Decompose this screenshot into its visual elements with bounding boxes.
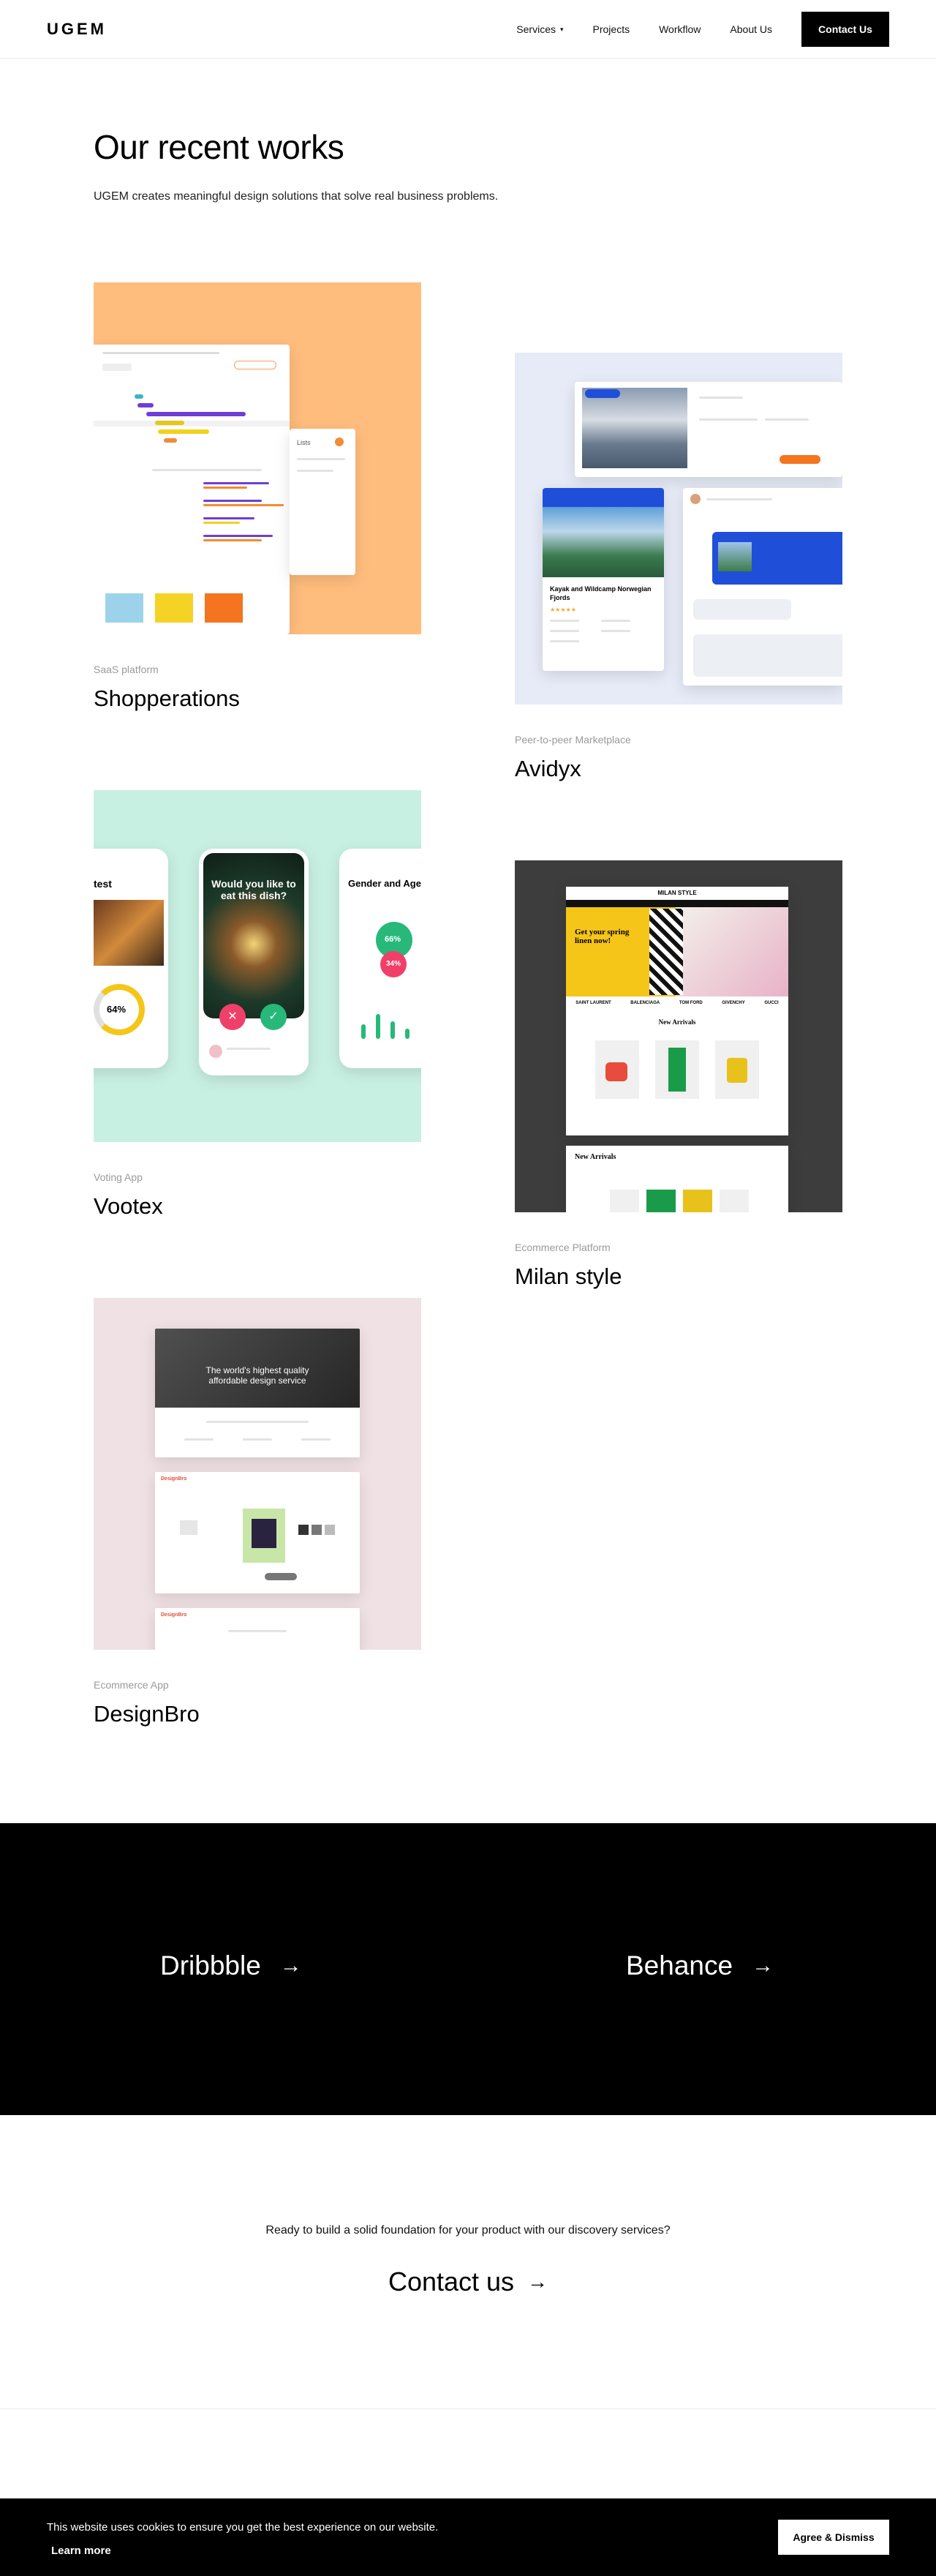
footer-mock: DesignBro bbox=[155, 1608, 360, 1650]
project-name[interactable]: Vootex bbox=[94, 1193, 421, 1220]
like-button[interactable]: ✓ bbox=[260, 1004, 287, 1030]
phone-test-label: test bbox=[94, 878, 112, 890]
dribbble-label: Dribbble bbox=[160, 1950, 261, 1980]
project-card-milan-style[interactable]: MILAN STYLE Get your spring linen now! S… bbox=[515, 860, 842, 1290]
cookie-message: This website uses cookies to ensure you … bbox=[47, 2516, 456, 2563]
behance-label: Behance bbox=[626, 1950, 733, 1980]
listing-title: Kayak and Wildcamp Norwegian Fjords bbox=[550, 585, 652, 601]
cookie-banner: This website uses cookies to ensure you … bbox=[0, 2498, 936, 2576]
project-thumbnail[interactable]: test 64% Would you like to eat this dish… bbox=[94, 790, 421, 1142]
phone-mock-right: Gender and Age 66% 34% bbox=[339, 849, 421, 1068]
storefront-mock-2: New Arrivals bbox=[566, 1146, 788, 1212]
chevron-down-icon: ▾ bbox=[559, 25, 564, 33]
phone-mock-center: Would you like to eat this dish? ✕ ✓ bbox=[199, 849, 309, 1075]
designbro-hero-text: The world's highest quality affordable d… bbox=[205, 1365, 309, 1386]
nav-about-us[interactable]: About Us bbox=[730, 23, 772, 35]
project-thumbnail[interactable]: Kayak and Wildcamp Norwegian Fjords ★★★★… bbox=[515, 353, 842, 705]
phone-mock-left: test 64% bbox=[94, 849, 168, 1068]
designbro-brand: DesignBro bbox=[161, 1476, 187, 1482]
footer-divider bbox=[0, 2408, 936, 2409]
lists-tab-label: Lists bbox=[297, 439, 311, 446]
learn-more-link[interactable]: Learn more bbox=[51, 2545, 111, 2557]
nav-services[interactable]: Services ▾ bbox=[516, 23, 563, 35]
project-card-designbro[interactable]: The world's highest quality affordable d… bbox=[94, 1298, 421, 1727]
project-name[interactable]: DesignBro bbox=[94, 1701, 421, 1727]
nav-projects[interactable]: Projects bbox=[593, 23, 630, 35]
project-thumbnail[interactable]: The world's highest quality affordable d… bbox=[94, 1298, 421, 1650]
cookie-text: This website uses cookies to ensure you … bbox=[47, 2521, 439, 2534]
contact-us-button[interactable]: Contact Us bbox=[801, 12, 889, 47]
arrow-right-icon: → bbox=[279, 1953, 302, 1978]
vote-percent-pink: 34% bbox=[386, 960, 401, 968]
project-category: Ecommerce Platform bbox=[515, 1242, 611, 1253]
gender-age-label: Gender and Age bbox=[348, 878, 421, 889]
vote-percent-left: 64% bbox=[107, 1004, 127, 1015]
rating-stars: ★★★★★ bbox=[550, 607, 576, 613]
vote-question: Would you like to eat this dish? bbox=[211, 878, 296, 901]
project-thumbnail[interactable]: Lists bbox=[94, 282, 421, 634]
listing-mock bbox=[575, 382, 842, 477]
dribbble-link[interactable]: Dribbble → bbox=[160, 1950, 302, 1981]
logo[interactable]: UGEM bbox=[47, 20, 107, 39]
behance-link[interactable]: Behance → bbox=[626, 1950, 774, 1981]
project-category: Voting App bbox=[94, 1171, 143, 1183]
dislike-button[interactable]: ✕ bbox=[219, 1004, 246, 1030]
cta-question: Ready to build a solid foundation for yo… bbox=[265, 2224, 671, 2237]
nav-workflow[interactable]: Workflow bbox=[659, 23, 701, 35]
project-name[interactable]: Milan style bbox=[515, 1263, 842, 1290]
contact-us-link[interactable]: Contact us → bbox=[0, 2267, 936, 2297]
main-nav: Services ▾ Projects Workflow About Us Co… bbox=[487, 12, 889, 47]
nav-services-label: Services bbox=[516, 23, 556, 35]
dashboard-mock bbox=[94, 345, 290, 634]
page-subtitle: UGEM creates meaningful design solutions… bbox=[94, 190, 499, 203]
project-category: Ecommerce App bbox=[94, 1679, 169, 1691]
project-name[interactable]: Shopperations bbox=[94, 686, 421, 712]
search-card-mock: Kayak and Wildcamp Norwegian Fjords ★★★★… bbox=[543, 488, 664, 671]
agree-dismiss-button[interactable]: Agree & Dismiss bbox=[778, 2520, 889, 2555]
product-mock: DesignBro bbox=[155, 1472, 360, 1593]
project-card-avidyx[interactable]: Kayak and Wildcamp Norwegian Fjords ★★★★… bbox=[515, 353, 842, 782]
milan-hero-text: Get your spring linen now! bbox=[575, 928, 630, 945]
site-header: UGEM Services ▾ Projects Workflow About … bbox=[0, 0, 936, 59]
vote-percent-green: 66% bbox=[385, 935, 401, 944]
project-thumbnail[interactable]: MILAN STYLE Get your spring linen now! S… bbox=[515, 860, 842, 1212]
landing-mock: The world's highest quality affordable d… bbox=[155, 1329, 360, 1457]
arrow-right-icon: → bbox=[752, 1953, 774, 1978]
contact-us-label: Contact us bbox=[388, 2267, 515, 2297]
arrow-right-icon: → bbox=[527, 2270, 548, 2293]
chat-mock bbox=[683, 488, 842, 686]
storefront-mock: MILAN STYLE Get your spring linen now! S… bbox=[566, 887, 788, 1135]
brand-row: SAINT LAURENT BALENCIAGA TOM FORD GIVENC… bbox=[575, 1001, 779, 1005]
project-category: SaaS platform bbox=[94, 664, 159, 675]
new-arrivals-heading: New Arrivals bbox=[658, 1018, 696, 1026]
lists-panel-mock: Lists bbox=[290, 429, 355, 575]
page-title: Our recent works bbox=[94, 128, 344, 166]
project-name[interactable]: Avidyx bbox=[515, 756, 842, 782]
project-card-shopperations[interactable]: Lists SaaS platform Shopperations bbox=[94, 282, 421, 712]
milan-logo: MILAN STYLE bbox=[657, 890, 697, 896]
project-category: Peer-to-peer Marketplace bbox=[515, 734, 631, 746]
social-links-section: Dribbble → Behance → bbox=[0, 1823, 936, 2115]
project-card-vootex[interactable]: test 64% Would you like to eat this dish… bbox=[94, 790, 421, 1220]
